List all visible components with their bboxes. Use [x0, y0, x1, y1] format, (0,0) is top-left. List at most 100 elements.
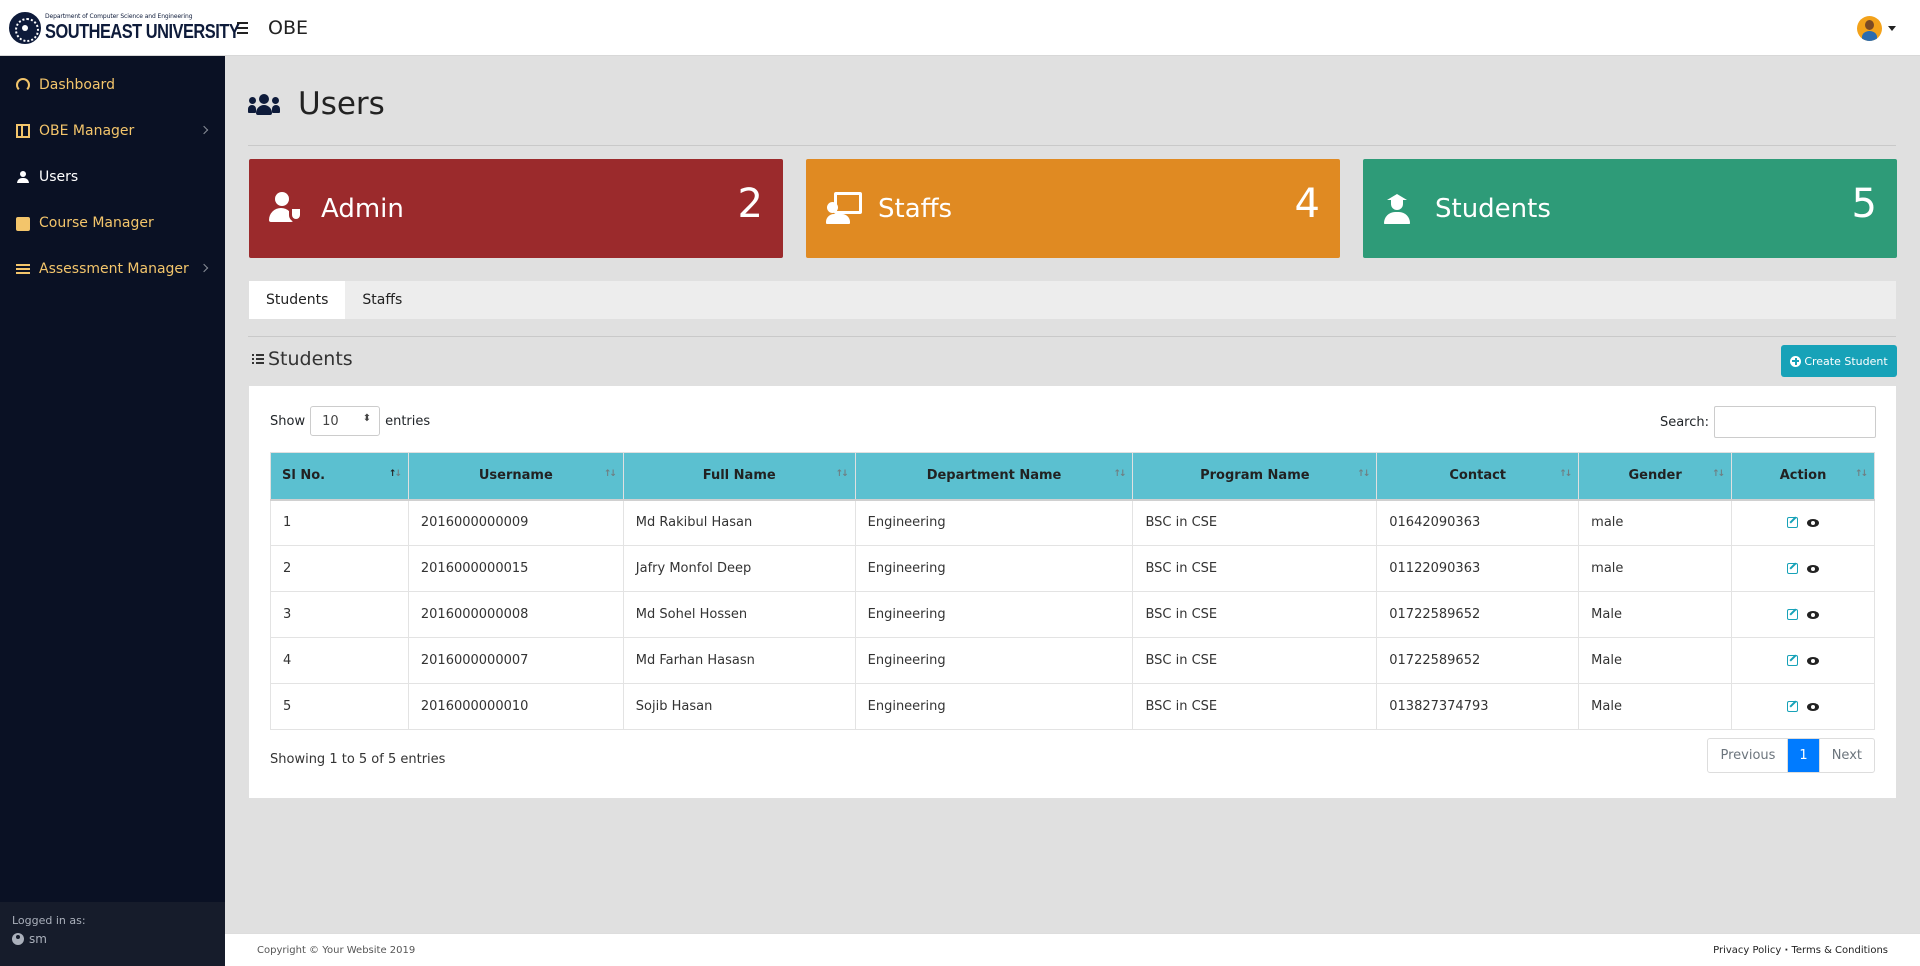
sidebar-footer: Logged in as: sm	[0, 902, 225, 966]
table-info: Showing 1 to 5 of 5 entries	[270, 752, 446, 767]
sort-icon: ↑↓	[1357, 469, 1370, 479]
edit-icon[interactable]	[1787, 701, 1799, 712]
cell-username: 2016000000010	[407, 683, 624, 730]
edit-icon[interactable]	[1787, 609, 1799, 620]
avatar[interactable]	[1857, 16, 1882, 41]
sort-icon: ↑↓	[603, 469, 617, 479]
next-page-button[interactable]: Next	[1820, 739, 1874, 772]
sidebar-item-obe-manager[interactable]: OBE Manager	[0, 108, 225, 154]
cell-actions	[1731, 499, 1875, 546]
students-count: 5	[1851, 181, 1877, 227]
column-header-full-name[interactable]: Full Name ↑↓	[622, 452, 856, 501]
table-header-row: Sl No. ↑↓ Username ↑↓ Full Name ↑↓ Departme…	[270, 452, 1875, 501]
logged-in-username: sm	[29, 932, 47, 946]
user-shield-icon	[269, 191, 305, 226]
table-row: 3 2016000000008 Md Sohel Hossen Engineer…	[270, 591, 1875, 638]
eye-icon[interactable]	[1807, 610, 1820, 619]
cell-contact: 01122090363	[1376, 545, 1580, 592]
sidebar-item-assessment-manager[interactable]: Assessment Manager	[0, 246, 225, 292]
cell-program: BSC in CSE	[1132, 499, 1378, 546]
cell-gender: Male	[1578, 683, 1733, 730]
page-header: Users	[248, 86, 385, 122]
eye-icon[interactable]	[1807, 702, 1820, 711]
search-input[interactable]	[1714, 406, 1876, 438]
cell-gender: male	[1578, 499, 1733, 546]
user-graduate-icon	[1383, 192, 1419, 226]
cell-full-name: Jafry Monfol Deep	[622, 545, 856, 592]
pagination: Previous 1 Next	[1707, 738, 1875, 773]
page-title: Users	[298, 86, 385, 122]
page-footer: Copyright © Your Website 2019 Privacy Po…	[225, 933, 1920, 966]
tab-staffs[interactable]: Staffs	[345, 281, 419, 319]
admin-stat-card[interactable]: Admin 2	[249, 159, 783, 258]
app-title: OBE	[268, 16, 308, 39]
column-header-program[interactable]: Program Name ↑↓	[1132, 452, 1378, 501]
column-header-action[interactable]: Action ↑↓	[1731, 452, 1875, 501]
cell-full-name: Md Sohel Hossen	[622, 591, 856, 638]
entries-label: entries	[385, 413, 431, 429]
column-header-sl[interactable]: Sl No. ↑↓	[270, 452, 409, 501]
search-label: Search:	[1659, 414, 1709, 430]
cell-actions	[1731, 683, 1875, 730]
cell-sl: 5	[270, 683, 409, 730]
cell-sl: 2	[270, 545, 409, 592]
cell-actions	[1731, 637, 1875, 684]
logged-in-label: Logged in as:	[12, 914, 86, 927]
sidebar-item-label: OBE Manager	[39, 123, 135, 139]
cell-sl: 3	[270, 591, 409, 638]
sidebar-item-dashboard[interactable]: Dashboard	[0, 62, 225, 108]
divider	[248, 145, 1896, 146]
main-content: Users Admin 2 Staffs 4 Students 5 Studen…	[225, 56, 1920, 933]
footer-links: Privacy Policy · Terms & Conditions	[1713, 945, 1888, 956]
footer-separator: ·	[1784, 945, 1789, 956]
staffs-stat-card[interactable]: Staffs 4	[806, 159, 1340, 258]
user-menu-dropdown[interactable]	[1857, 16, 1896, 41]
terms-link[interactable]: Terms & Conditions	[1791, 945, 1888, 956]
cell-department: Engineering	[854, 499, 1134, 546]
chalkboard-teacher-icon	[826, 191, 862, 226]
edit-icon[interactable]	[1787, 517, 1799, 529]
university-name: SOUTHEAST UNIVERSITY	[45, 20, 240, 43]
copyright-text: Copyright © Your Website 2019	[257, 945, 416, 956]
column-header-username[interactable]: Username ↑↓	[407, 452, 624, 501]
users-icon	[16, 170, 30, 184]
sidebar: Dashboard OBE Manager Users Course Manag…	[0, 56, 225, 966]
sidebar-item-users[interactable]: Users	[0, 154, 225, 200]
tab-students[interactable]: Students	[249, 281, 346, 319]
previous-page-button[interactable]: Previous	[1708, 739, 1789, 772]
edit-icon[interactable]	[1787, 563, 1799, 574]
entries-select[interactable]: 10	[310, 406, 381, 436]
privacy-policy-link[interactable]: Privacy Policy	[1713, 945, 1781, 956]
sort-icon: ↑↓	[835, 469, 849, 479]
cell-username: 2016000000009	[407, 499, 624, 546]
column-header-gender[interactable]: Gender ↑↓	[1578, 452, 1733, 501]
sidebar-item-label: Course Manager	[39, 215, 154, 231]
eye-icon[interactable]	[1807, 518, 1820, 527]
cell-contact: 01642090363	[1376, 499, 1580, 546]
table-row: 1 2016000000009 Md Rakibul Hasan Enginee…	[270, 499, 1875, 546]
table-row: 4 2016000000007 Md Farhan Hasasn Enginee…	[270, 637, 1875, 684]
cell-department: Engineering	[854, 637, 1134, 684]
students-stat-card[interactable]: Students 5	[1363, 159, 1897, 258]
logged-in-user: sm	[12, 932, 213, 946]
chevron-right-icon	[199, 125, 209, 135]
sidebar-item-course-manager[interactable]: Course Manager	[0, 200, 225, 246]
brand-logo[interactable]: Department of Computer Science and Engin…	[0, 0, 240, 56]
edit-icon[interactable]	[1787, 655, 1799, 666]
page-1-button[interactable]: 1	[1788, 739, 1820, 772]
cell-actions	[1731, 591, 1875, 638]
students-table: Sl No. ↑↓ Username ↑↓ Full Name ↑↓ Departme…	[270, 452, 1875, 730]
show-label: Show	[270, 413, 306, 429]
cell-username: 2016000000015	[407, 545, 624, 592]
column-header-contact[interactable]: Contact ↑↓	[1376, 452, 1580, 501]
sort-icon: ↑↓	[1559, 469, 1572, 479]
eye-icon[interactable]	[1807, 656, 1820, 665]
cell-gender: Male	[1578, 591, 1733, 638]
cell-department: Engineering	[854, 683, 1134, 730]
create-student-button[interactable]: Create Student	[1781, 345, 1897, 377]
chevron-right-icon	[199, 263, 209, 273]
eye-icon[interactable]	[1807, 564, 1820, 573]
sort-icon: ↑↓	[1854, 469, 1868, 479]
column-header-department[interactable]: Department Name ↑↓	[854, 452, 1134, 501]
university-seal-icon	[9, 11, 41, 44]
